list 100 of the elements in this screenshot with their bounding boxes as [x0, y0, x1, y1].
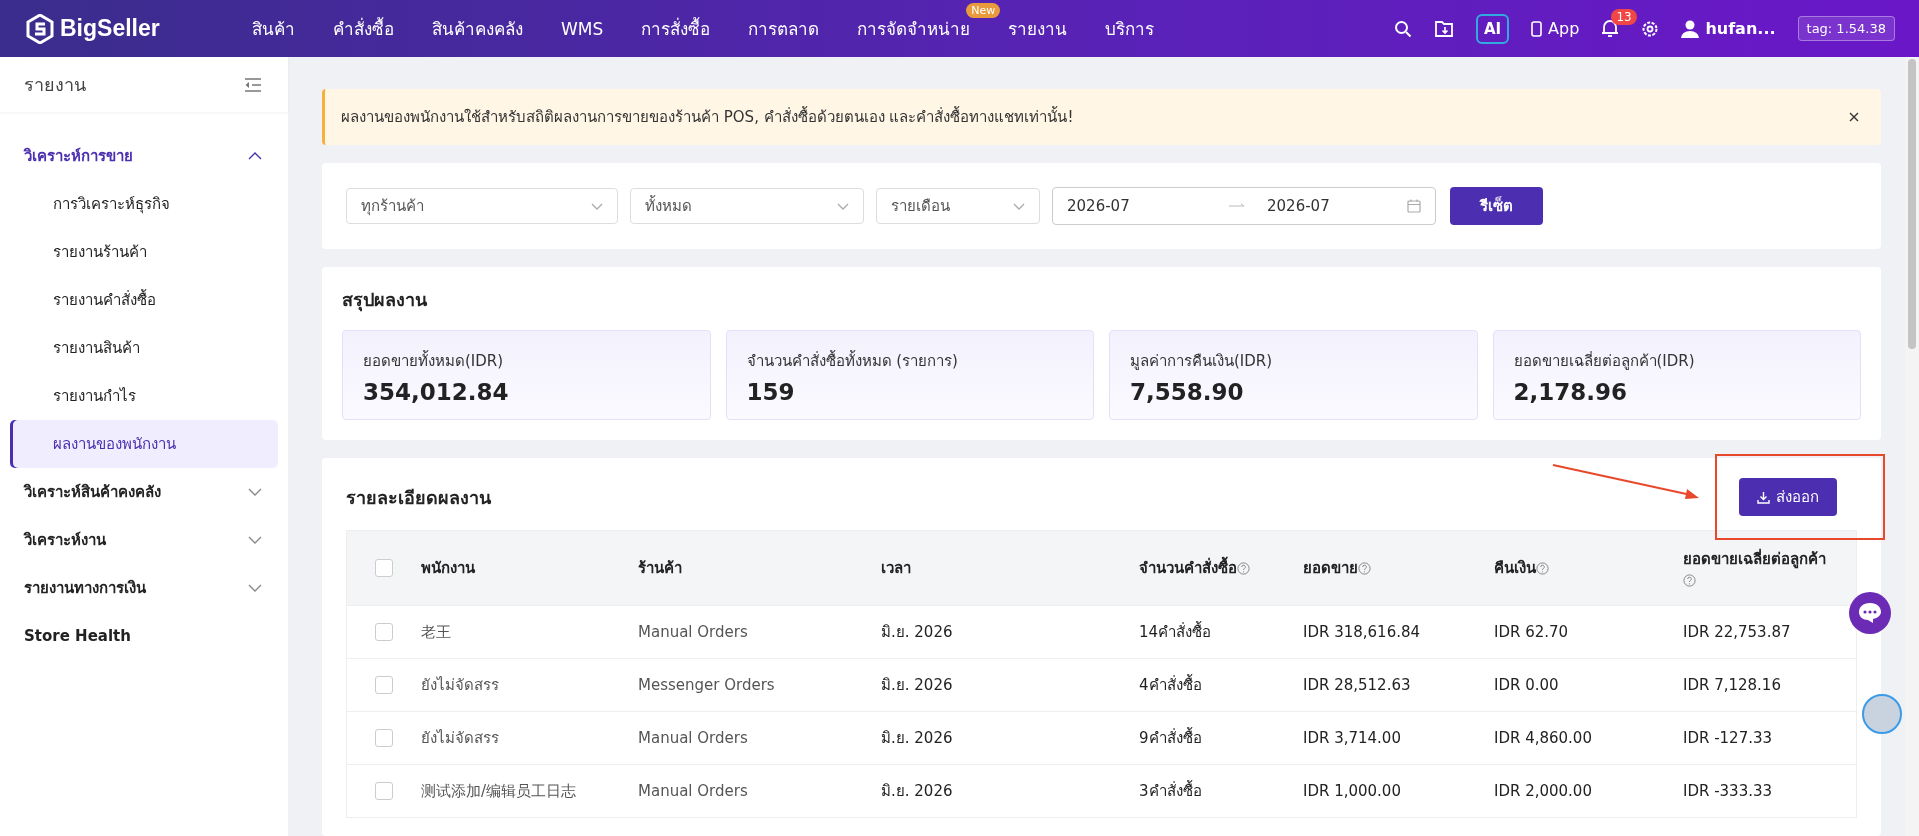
nav-item[interactable]: รายงาน: [1008, 19, 1068, 39]
column-header: จำนวนคำสั่งซื้อ: [1139, 556, 1303, 580]
stat-value: 7,558.90: [1130, 379, 1245, 405]
stat-value: 2,178.96: [1513, 379, 1628, 405]
table-cell-text: 14คำสั่งซื้อ: [1139, 620, 1213, 643]
nav-item[interactable]: การตลาด: [748, 19, 820, 39]
reset-button[interactable]: รีเซ็ต: [1450, 187, 1543, 225]
table-cell-text: Messenger Orders: [638, 676, 776, 694]
arrow-icon: [1229, 203, 1245, 209]
avatar[interactable]: [1862, 694, 1902, 734]
new-badge: New: [966, 3, 1001, 18]
chevron-icon: [248, 488, 262, 496]
stat-label: ยอดขายเฉลี่ยต่อลูกค้า(IDR): [1513, 350, 1696, 372]
filter-select[interactable]: ทุกร้านค้า: [346, 188, 618, 224]
select-all-checkbox[interactable]: [375, 559, 393, 577]
filter-select[interactable]: ทั้งหมด: [630, 188, 864, 224]
export-button[interactable]: ส่งออก: [1739, 478, 1837, 516]
table-cell-text: IDR 3,714.00: [1303, 729, 1402, 747]
stat-label: จำนวนคำสั่งซื้อทั้งหมด (รายการ): [746, 349, 959, 372]
table-cell-text: IDR 0.00: [1494, 676, 1560, 694]
scrollbar[interactable]: [1905, 57, 1919, 836]
ai-button[interactable]: AI: [1475, 13, 1510, 44]
section-title: รายละเอียดผลงาน: [346, 485, 491, 510]
table-cell-text: มิ.ย. 2026: [881, 728, 954, 749]
logo-icon: [26, 13, 54, 44]
chevron-icon: [837, 202, 849, 210]
nav-item[interactable]: การสั่งซื้อ: [641, 19, 711, 39]
table-cell-text: Manual Orders: [638, 782, 749, 800]
table-cell-text: IDR 2,000.00: [1494, 782, 1593, 800]
chevron-icon: [248, 152, 262, 160]
sidebar-group[interactable]: Store Health: [0, 612, 288, 660]
close-icon[interactable]: [1849, 112, 1859, 122]
table-cell-text: IDR 318,616.84: [1303, 623, 1422, 641]
nav-item[interactable]: บริการ: [1105, 19, 1155, 39]
bell-icon[interactable]: [1601, 19, 1620, 38]
stat-value: 159: [746, 379, 796, 405]
section-title: สรุปผลงาน: [342, 288, 428, 314]
table-cell-text: IDR -127.33: [1683, 729, 1774, 747]
help-icon[interactable]: [1237, 562, 1250, 575]
table-cell-text: ยังไม่จัดสรร: [421, 675, 500, 696]
table-cell-text: 3คำสั่งซื้อ: [1139, 779, 1203, 802]
chevron-icon: [248, 584, 262, 592]
stat-value: 354,012.84: [363, 379, 510, 405]
column-header: พนักงาน: [421, 558, 476, 579]
version-tag: tag: 1.54.38: [1797, 16, 1895, 41]
search-icon[interactable]: [1393, 19, 1412, 38]
nav-item[interactable]: สินค้าคงคลัง: [432, 19, 523, 39]
row-checkbox[interactable]: [375, 623, 393, 641]
folder-download-icon[interactable]: [1433, 19, 1454, 38]
column-header: คืนเงิน: [1494, 556, 1683, 580]
sidebar-group[interactable]: วิเคราะห์งาน: [0, 516, 288, 564]
row-checkbox[interactable]: [375, 729, 393, 747]
stat-label: ยอดขายทั้งหมด(IDR): [363, 349, 505, 372]
column-header: เวลา: [881, 558, 912, 579]
chevron-icon: [248, 536, 262, 544]
sidebar-item[interactable]: การวิเคราะห์ธุรกิจ: [10, 180, 278, 228]
help-icon[interactable]: [1358, 562, 1371, 575]
help-icon[interactable]: [1536, 562, 1549, 575]
row-checkbox[interactable]: [375, 782, 393, 800]
table-cell-text: IDR 4,860.00: [1494, 729, 1593, 747]
phone-icon: [1531, 20, 1543, 37]
collapse-menu-icon[interactable]: [244, 77, 262, 92]
table-cell-text: Manual Orders: [638, 729, 749, 747]
sidebar-title: รายงาน: [24, 73, 86, 97]
table-cell-text: 9คำสั่งซื้อ: [1139, 726, 1203, 749]
table-cell-text: ยังไม่จัดสรร: [421, 728, 500, 749]
sidebar-group[interactable]: วิเคราะห์สินค้าคงคลัง: [0, 468, 288, 516]
scrollbar-thumb[interactable]: [1908, 59, 1916, 349]
sidebar-item[interactable]: รายงานร้านค้า: [10, 228, 278, 276]
stat-label: มูลค่าการคืนเงิน(IDR): [1130, 351, 1274, 372]
sidebar-item[interactable]: รายงานกำไร: [10, 372, 278, 420]
table-cell-text: IDR 62.70: [1494, 623, 1570, 641]
sidebar-item[interactable]: ผลงานของพนักงาน: [10, 420, 278, 468]
app-link[interactable]: App: [1531, 19, 1580, 38]
table-cell-text: IDR 7,128.16: [1683, 676, 1782, 694]
sidebar-item[interactable]: รายงานสินค้า: [10, 324, 278, 372]
user-menu[interactable]: hufan...: [1681, 19, 1776, 38]
sidebar-group[interactable]: วิเคราะห์การขาย: [0, 132, 288, 180]
row-checkbox[interactable]: [375, 676, 393, 694]
table-cell-text: Manual Orders: [638, 623, 749, 641]
nav-item[interactable]: การจัดจำหน่าย: [857, 19, 971, 39]
nav-item[interactable]: WMS: [561, 18, 604, 39]
notification-badge: 13: [1611, 9, 1637, 25]
column-header: ยอดขาย: [1303, 556, 1494, 580]
date-range-field[interactable]: 2026-07 2026-07: [1052, 187, 1436, 225]
sidebar-group[interactable]: รายงานทางการเงิน: [0, 564, 288, 612]
column-header: ยอดขายเฉลี่ยต่อลูกค้า: [1683, 547, 1856, 589]
nav-item[interactable]: สินค้า: [252, 19, 295, 39]
help-icon[interactable]: [1683, 574, 1696, 587]
settings-icon[interactable]: [1641, 19, 1660, 38]
table-cell-text: IDR -333.33: [1683, 782, 1774, 800]
calendar-icon: [1407, 199, 1421, 213]
table-cell-text: มิ.ย. 2026: [881, 675, 954, 696]
sidebar-item[interactable]: รายงานคำสั่งซื้อ: [10, 276, 278, 324]
nav-item[interactable]: คำสั่งซื้อ: [333, 19, 394, 39]
table-cell-text: IDR 1,000.00: [1303, 782, 1402, 800]
logo-text: BigSeller: [60, 15, 160, 42]
filter-select[interactable]: รายเดือน: [876, 188, 1040, 224]
table-cell-text: IDR 22,753.87: [1683, 623, 1792, 641]
table-cell-text: มิ.ย. 2026: [881, 781, 954, 802]
